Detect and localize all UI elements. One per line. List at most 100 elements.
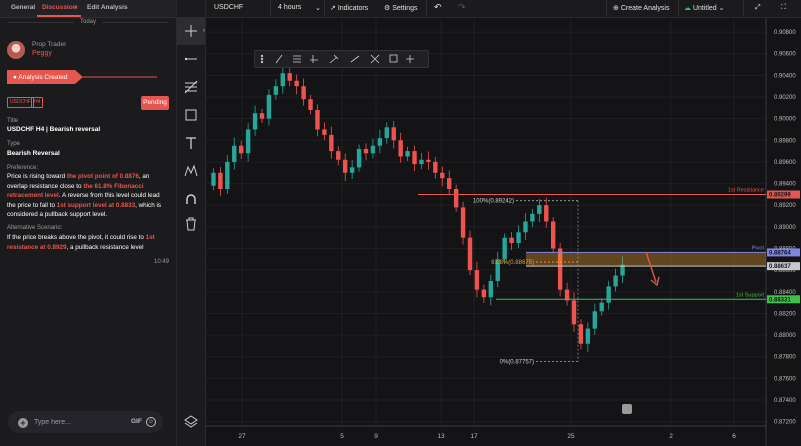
x-tick-label: 6 bbox=[732, 433, 736, 440]
candle-body bbox=[322, 129, 327, 135]
y-tick-label: 0.88000 bbox=[774, 333, 796, 339]
candle-body bbox=[329, 134, 334, 152]
analysis-type: Bearish Reversal bbox=[7, 150, 60, 157]
y-tick-label: 0.87200 bbox=[774, 420, 796, 426]
candle-body bbox=[460, 207, 466, 238]
candle-body bbox=[349, 167, 355, 173]
candle-body bbox=[585, 328, 591, 344]
chevron-right-icon[interactable]: › bbox=[203, 28, 205, 34]
pattern-tool[interactable] bbox=[177, 157, 205, 185]
line-tool[interactable] bbox=[177, 45, 205, 73]
x-tick-label: 27 bbox=[238, 433, 246, 440]
candle-body bbox=[356, 148, 362, 168]
y-tick-label: 0.90000 bbox=[774, 117, 796, 123]
preference-text: Price is rising toward the pivot point o… bbox=[7, 173, 162, 218]
create-analysis-button[interactable]: ⊕ Create Analysis bbox=[613, 4, 669, 12]
candle-body bbox=[259, 113, 265, 119]
candle-body bbox=[467, 237, 473, 271]
y-tick-label: 0.90800 bbox=[774, 30, 796, 36]
screenshot-icon[interactable]: ⛶ bbox=[781, 4, 786, 12]
interval-selector[interactable]: 4 hours bbox=[278, 4, 301, 11]
layers-tool[interactable] bbox=[177, 407, 205, 435]
chevron-down-icon[interactable]: ⌄ bbox=[315, 4, 321, 12]
preference-label: Preference: bbox=[7, 165, 39, 171]
candle-body bbox=[370, 145, 376, 154]
indicators-button[interactable]: ↗ Indicators bbox=[330, 4, 368, 12]
price-chart[interactable]: 0.90800 0.90600 0.90400 0.90200 0.90000 0.898… bbox=[206, 18, 801, 446]
title-label: Title bbox=[7, 118, 19, 124]
symbol-tag: USDCHF bbox=[7, 97, 34, 108]
candle-body bbox=[447, 178, 452, 189]
candle-body bbox=[474, 270, 480, 290]
status-text: ● Analysis Created bbox=[13, 74, 68, 81]
candle-body bbox=[377, 138, 383, 146]
settings-button[interactable]: ⚙ Settings bbox=[384, 4, 418, 12]
magnet-icon bbox=[186, 194, 196, 204]
tab-edit-analysis[interactable]: Edit Analysis bbox=[87, 4, 128, 11]
delete-tool[interactable] bbox=[177, 210, 205, 238]
text-tool[interactable] bbox=[177, 129, 205, 157]
alternative-label: Alternative Scenario: bbox=[7, 225, 63, 231]
y-tick-label: 0.87800 bbox=[774, 355, 796, 361]
candle-body bbox=[551, 221, 556, 249]
rectangle-tool[interactable] bbox=[177, 101, 205, 129]
trend-line-icon bbox=[184, 57, 197, 61]
redo-icon[interactable]: ↷ bbox=[458, 2, 466, 13]
symbol-selector[interactable]: USDCHF bbox=[214, 4, 243, 11]
y-tick-label: 0.89000 bbox=[774, 225, 796, 231]
timeframe-tag: H4 bbox=[31, 97, 44, 108]
create-analysis-label: Create Analysis bbox=[620, 5, 670, 12]
gif-button[interactable]: GIF bbox=[131, 418, 142, 425]
type-label: Type bbox=[7, 141, 21, 147]
fib-label: 100%(0.89242) bbox=[473, 199, 514, 205]
tab-discussion[interactable]: Discussion bbox=[42, 4, 77, 11]
candle-body bbox=[343, 159, 348, 173]
tab-general[interactable]: General bbox=[11, 4, 35, 11]
magnet-tool[interactable] bbox=[177, 185, 205, 213]
candle-body bbox=[266, 94, 272, 119]
indicators-icon: ↗ bbox=[330, 5, 336, 12]
layout-selector[interactable]: ☁ Untitled ⌄ bbox=[684, 4, 725, 12]
pending-badge[interactable]: Pending bbox=[141, 96, 169, 110]
x-tick-label: 17 bbox=[470, 433, 478, 440]
author-name[interactable]: Peggy bbox=[32, 50, 52, 57]
add-attachment-button[interactable]: + bbox=[18, 418, 28, 428]
indicators-label: Indicators bbox=[337, 5, 369, 12]
y-tick-label: 0.90400 bbox=[774, 73, 796, 79]
candle-body bbox=[440, 172, 445, 179]
emoji-icon[interactable]: ☺ bbox=[146, 417, 156, 427]
candle-body bbox=[509, 237, 514, 244]
candle-body bbox=[523, 221, 528, 233]
candle-body bbox=[578, 324, 584, 344]
alternative-text: If the price breaks above the pivot, it … bbox=[7, 234, 155, 251]
undo-icon[interactable]: ↶ bbox=[434, 2, 442, 13]
crosshair-icon bbox=[185, 25, 197, 37]
crosshair-tool[interactable] bbox=[177, 17, 205, 45]
drawing-edit-toolbar bbox=[254, 50, 429, 68]
close-icon[interactable]: × bbox=[74, 4, 78, 11]
chart-toolbar: USDCHF 4 hours ⌄ ↗ Indicators ⚙ Settings… bbox=[206, 0, 801, 18]
candle-body bbox=[412, 151, 417, 165]
level-label: 1st Resistance bbox=[728, 188, 764, 194]
fibonacci-icon bbox=[184, 80, 198, 94]
message-input[interactable] bbox=[34, 415, 124, 429]
candle-body bbox=[232, 145, 237, 162]
pattern-icon bbox=[184, 164, 198, 177]
settings-label: Settings bbox=[392, 5, 418, 12]
candle-body bbox=[245, 129, 251, 154]
price-tag-label: 0.88331 bbox=[769, 297, 791, 303]
fib-tool[interactable] bbox=[177, 73, 205, 101]
avatar[interactable] bbox=[7, 41, 25, 59]
layers-icon bbox=[184, 415, 198, 428]
candle-body bbox=[391, 127, 396, 141]
y-tick-label: 0.90200 bbox=[774, 95, 796, 101]
candle-body bbox=[252, 113, 258, 130]
x-tick-label: 9 bbox=[374, 433, 378, 440]
fullscreen-icon[interactable]: ⤢ bbox=[755, 4, 761, 12]
candle-body bbox=[592, 311, 597, 329]
date-divider: Today bbox=[0, 19, 176, 25]
x-tick-label: 5 bbox=[340, 433, 344, 440]
pin-icon: ● bbox=[13, 74, 17, 81]
fib-label: 0%(0.87757) bbox=[500, 359, 534, 365]
candle-body bbox=[315, 109, 320, 130]
